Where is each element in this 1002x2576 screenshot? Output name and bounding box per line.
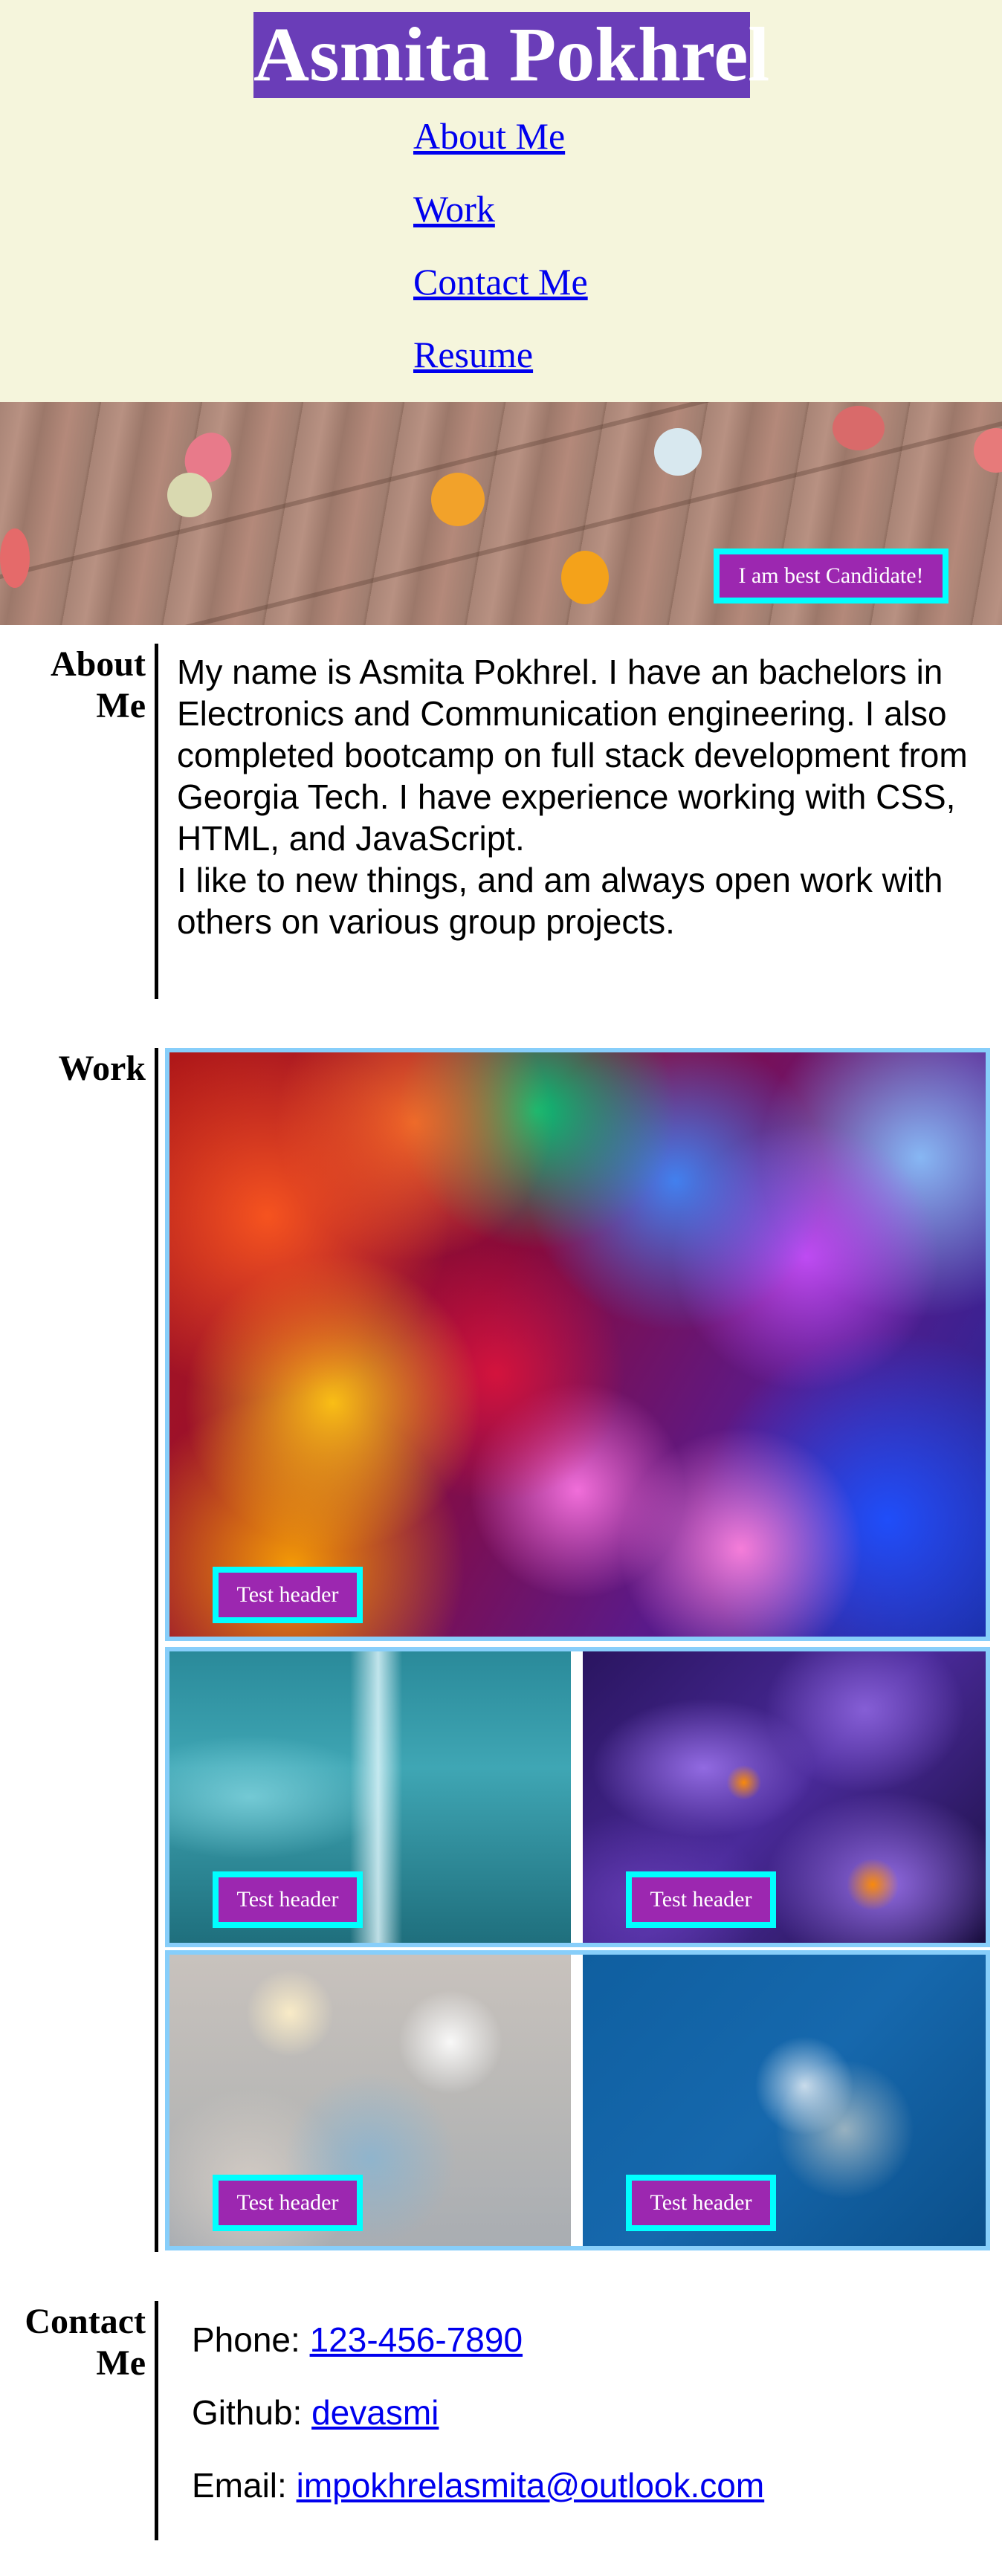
work-row-3: Test header Test header xyxy=(165,1950,990,2250)
about-divider xyxy=(155,644,158,999)
about-text: My name is Asmita Pokhrel. I have an bac… xyxy=(177,651,983,942)
nav-link-about[interactable]: About Me xyxy=(413,111,565,161)
contact-list: Phone: 123-456-7890 Github: devasmi Emai… xyxy=(192,2319,764,2537)
contact-phone: Phone: 123-456-7890 xyxy=(192,2319,764,2392)
confetti-dot xyxy=(561,551,609,604)
contact-email-link[interactable]: impokhrelasmita@outlook.com xyxy=(297,2466,765,2505)
main-nav: About Me Work Contact Me Resume xyxy=(413,111,588,403)
work-image-bokeh xyxy=(169,1052,986,1637)
nav-item-resume: Resume xyxy=(413,330,588,403)
contact-heading: Contact Me xyxy=(0,2301,146,2384)
about-paragraph-1: My name is Asmita Pokhrel. I have an bac… xyxy=(177,653,968,858)
contact-divider xyxy=(155,2301,158,2540)
contact-email-label: Email: xyxy=(192,2466,297,2505)
hero-badge: I am best Candidate! xyxy=(714,548,948,603)
work-heading: Work xyxy=(58,1049,146,1088)
confetti-dot xyxy=(833,406,885,450)
contact-phone-link[interactable]: 123-456-7890 xyxy=(310,2320,523,2359)
confetti-dot xyxy=(431,473,485,526)
work-tile-label: Test header xyxy=(213,1567,363,1623)
contact-heading-line2: Me xyxy=(96,2343,146,2383)
contact-email: Email: impokhrelasmita@outlook.com xyxy=(192,2465,764,2537)
work-tile-label: Test header xyxy=(626,1871,776,1928)
contact-github-link[interactable]: devasmi xyxy=(311,2393,439,2432)
work-image-stars[interactable]: Test header xyxy=(583,1955,986,2246)
nav-item-work: Work xyxy=(413,184,588,257)
nav-link-contact[interactable]: Contact Me xyxy=(413,257,588,306)
contact-heading-line1: Contact xyxy=(25,2302,146,2341)
site-header: Asmita Pokhrel About Me Work Contact Me … xyxy=(0,0,1002,402)
confetti-dot xyxy=(0,528,30,588)
work-tile-label: Test header xyxy=(213,1871,363,1928)
confetti-dot xyxy=(974,428,1002,473)
work-tile-label: Test header xyxy=(213,2175,363,2231)
work-image-teal[interactable]: Test header xyxy=(169,1651,571,1943)
work-tile-featured[interactable]: Test header xyxy=(165,1048,990,1641)
work-divider xyxy=(155,1048,158,2252)
about-heading: About Me xyxy=(0,644,146,727)
nav-link-resume[interactable]: Resume xyxy=(413,330,533,379)
nav-item-contact: Contact Me xyxy=(413,257,588,330)
nav-link-work[interactable]: Work xyxy=(413,184,495,233)
contact-phone-label: Phone: xyxy=(192,2320,310,2359)
site-title: Asmita Pokhrel xyxy=(253,12,770,98)
confetti-dot xyxy=(654,428,702,476)
nav-item-about: About Me xyxy=(413,111,588,184)
contact-github-label: Github: xyxy=(192,2393,312,2432)
contact-github: Github: devasmi xyxy=(192,2392,764,2465)
work-tile-label: Test header xyxy=(626,2175,776,2231)
about-paragraph-2: I like to new things, and am always open… xyxy=(177,861,943,941)
work-image-flowers[interactable]: Test header xyxy=(583,1651,986,1943)
work-row-2: Test header Test header xyxy=(165,1647,990,1947)
work-image-glitter[interactable]: Test header xyxy=(169,1955,571,2246)
about-heading-line1: About xyxy=(50,644,146,684)
confetti-dot xyxy=(167,473,212,517)
about-heading-line2: Me xyxy=(96,686,146,725)
